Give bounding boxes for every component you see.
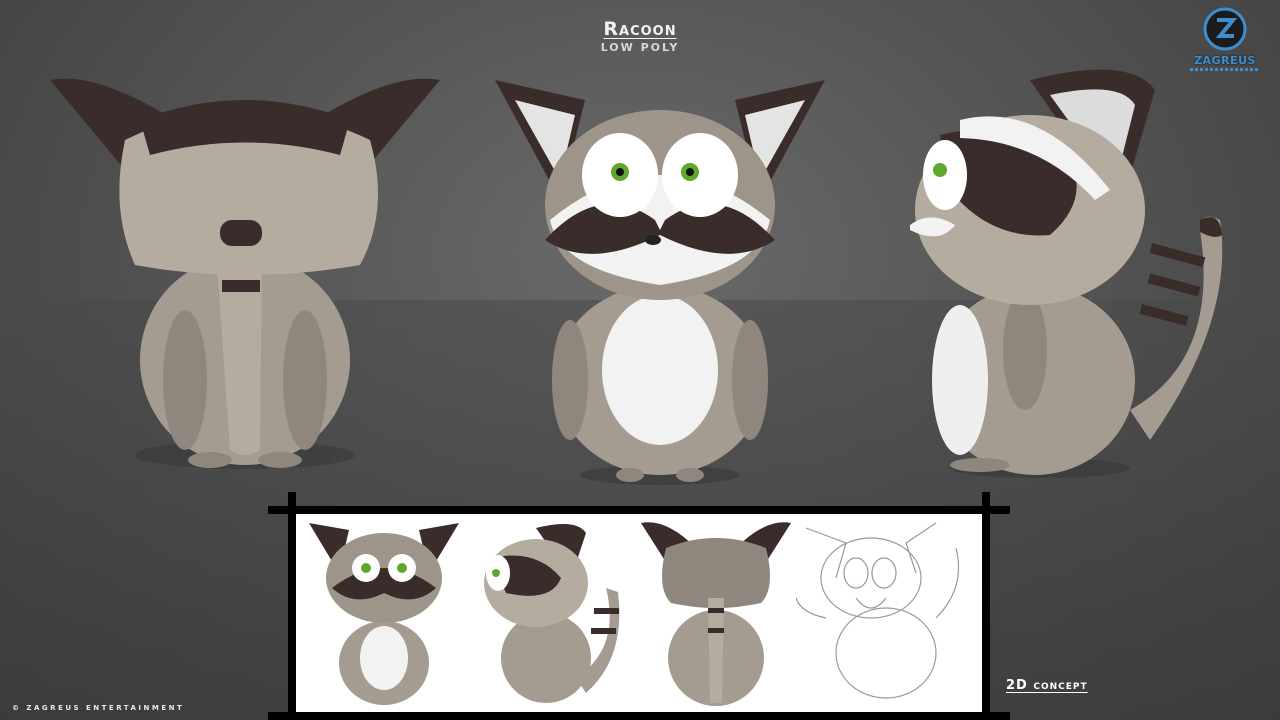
concept-panel <box>296 514 982 712</box>
zagreus-logo-icon <box>1203 7 1247 51</box>
frame-right-post <box>982 492 990 720</box>
frame-left-post <box>288 492 296 720</box>
raccoon-front-view <box>495 80 825 485</box>
page-title: Racoon <box>603 18 677 40</box>
concept-scared-sketch <box>796 522 960 699</box>
frame-bottom-bar <box>268 712 1010 720</box>
concept-side-sketch <box>484 524 620 703</box>
raccoon-back-view <box>50 78 440 469</box>
concept-back-sketch <box>641 522 791 706</box>
concept-front-sketch <box>309 523 459 705</box>
title-block: Racoon LOW POLY <box>0 18 1280 54</box>
raccoon-side-view <box>910 69 1223 478</box>
copyright-text: © ZAGREUS ENTERTAINMENT <box>12 704 185 712</box>
concept-sheet-frame <box>268 492 1010 720</box>
frame-top-bar <box>268 506 1010 514</box>
concept-label: 2D concept <box>1006 678 1088 693</box>
page-subtitle: LOW POLY <box>600 41 680 54</box>
